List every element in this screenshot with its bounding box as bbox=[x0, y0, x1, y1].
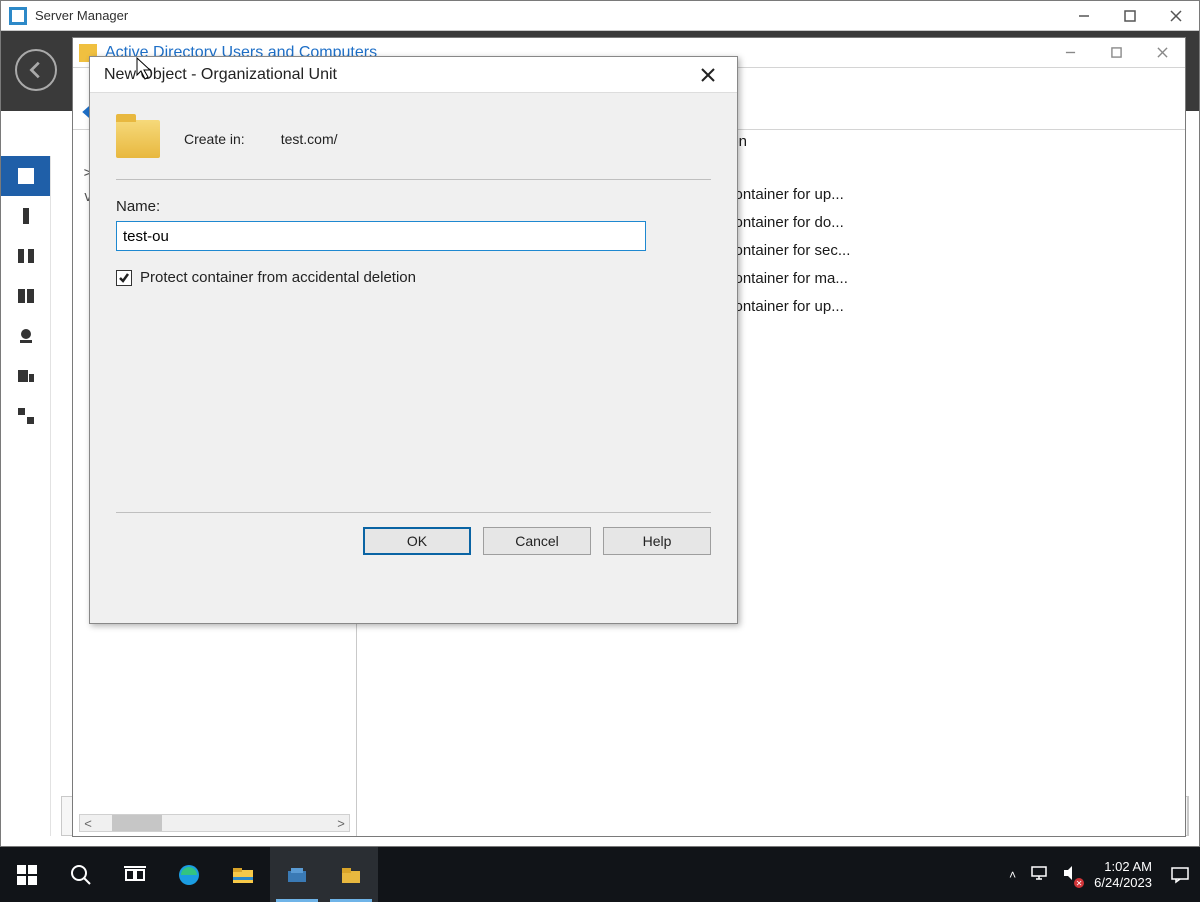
list-item[interactable]: container for do... bbox=[727, 209, 850, 237]
protect-checkbox[interactable] bbox=[116, 270, 132, 286]
list-rows: container for up... container for do... … bbox=[727, 181, 850, 321]
system-tray[interactable]: ˄ ✕ 1:02 AM 6/24/2023 bbox=[1009, 859, 1160, 891]
aduc-close-button[interactable] bbox=[1139, 38, 1185, 68]
scroll-thumb[interactable] bbox=[112, 815, 162, 831]
nav-dns[interactable] bbox=[1, 316, 50, 356]
list-item[interactable]: container for sec... bbox=[727, 237, 850, 265]
taskbar-edge[interactable] bbox=[162, 847, 216, 902]
new-ou-dialog: New Object - Organizational Unit Create … bbox=[89, 56, 738, 624]
nav-ad-ds[interactable] bbox=[1, 276, 50, 316]
clock-time: 1:02 AM bbox=[1094, 859, 1152, 875]
taskbar-server-manager[interactable] bbox=[270, 847, 324, 902]
nav-dashboard[interactable] bbox=[1, 156, 50, 196]
nav-all-servers[interactable] bbox=[1, 236, 50, 276]
aduc-minimize-button[interactable] bbox=[1047, 38, 1093, 68]
nav-local-server[interactable] bbox=[1, 196, 50, 236]
help-button[interactable]: Help bbox=[603, 527, 711, 555]
list-item[interactable]: container for up... bbox=[727, 293, 850, 321]
ok-button[interactable]: OK bbox=[363, 527, 471, 555]
maximize-button[interactable] bbox=[1107, 1, 1153, 31]
list-item[interactable]: container for ma... bbox=[727, 265, 850, 293]
taskbar-clock[interactable]: 1:02 AM 6/24/2023 bbox=[1094, 859, 1152, 891]
taskbar-file-explorer[interactable] bbox=[216, 847, 270, 902]
start-button[interactable] bbox=[0, 847, 54, 902]
name-label: Name: bbox=[116, 198, 711, 215]
server-manager-title: Server Manager bbox=[35, 8, 128, 23]
list-item[interactable]: container for up... bbox=[727, 181, 850, 209]
divider bbox=[116, 179, 711, 180]
taskbar-aduc[interactable] bbox=[324, 847, 378, 902]
dialog-title: New Object - Organizational Unit bbox=[104, 66, 337, 84]
server-manager-nav bbox=[1, 156, 51, 836]
taskbar: ˄ ✕ 1:02 AM 6/24/2023 bbox=[0, 847, 1200, 902]
create-in-label: Create in: bbox=[184, 131, 245, 147]
close-button[interactable] bbox=[1153, 1, 1199, 31]
back-button[interactable] bbox=[15, 49, 57, 91]
cancel-button[interactable]: Cancel bbox=[483, 527, 591, 555]
nav-item-6[interactable] bbox=[1, 396, 50, 436]
scroll-left-arrow[interactable]: < bbox=[80, 816, 96, 831]
nav-file-services[interactable] bbox=[1, 356, 50, 396]
tray-chevron-icon[interactable]: ˄ bbox=[1009, 868, 1016, 882]
scroll-right-arrow[interactable]: > bbox=[333, 816, 349, 831]
ou-folder-icon bbox=[116, 120, 160, 158]
create-in-path: test.com/ bbox=[281, 131, 338, 147]
search-button[interactable] bbox=[54, 847, 108, 902]
dialog-close-button[interactable] bbox=[693, 60, 723, 90]
protect-label: Protect container from accidental deleti… bbox=[140, 269, 416, 286]
name-input[interactable] bbox=[116, 221, 646, 251]
action-center-button[interactable] bbox=[1160, 847, 1200, 902]
task-view-button[interactable] bbox=[108, 847, 162, 902]
network-icon[interactable] bbox=[1030, 864, 1048, 885]
dialog-titlebar[interactable]: New Object - Organizational Unit bbox=[90, 57, 737, 93]
server-manager-icon bbox=[9, 7, 27, 25]
server-manager-titlebar[interactable]: Server Manager bbox=[1, 1, 1199, 31]
volume-icon[interactable]: ✕ bbox=[1062, 864, 1080, 885]
aduc-maximize-button[interactable] bbox=[1093, 38, 1139, 68]
clock-date: 6/24/2023 bbox=[1094, 875, 1152, 891]
minimize-button[interactable] bbox=[1061, 1, 1107, 31]
tree-horizontal-scrollbar[interactable]: < > bbox=[79, 814, 350, 832]
